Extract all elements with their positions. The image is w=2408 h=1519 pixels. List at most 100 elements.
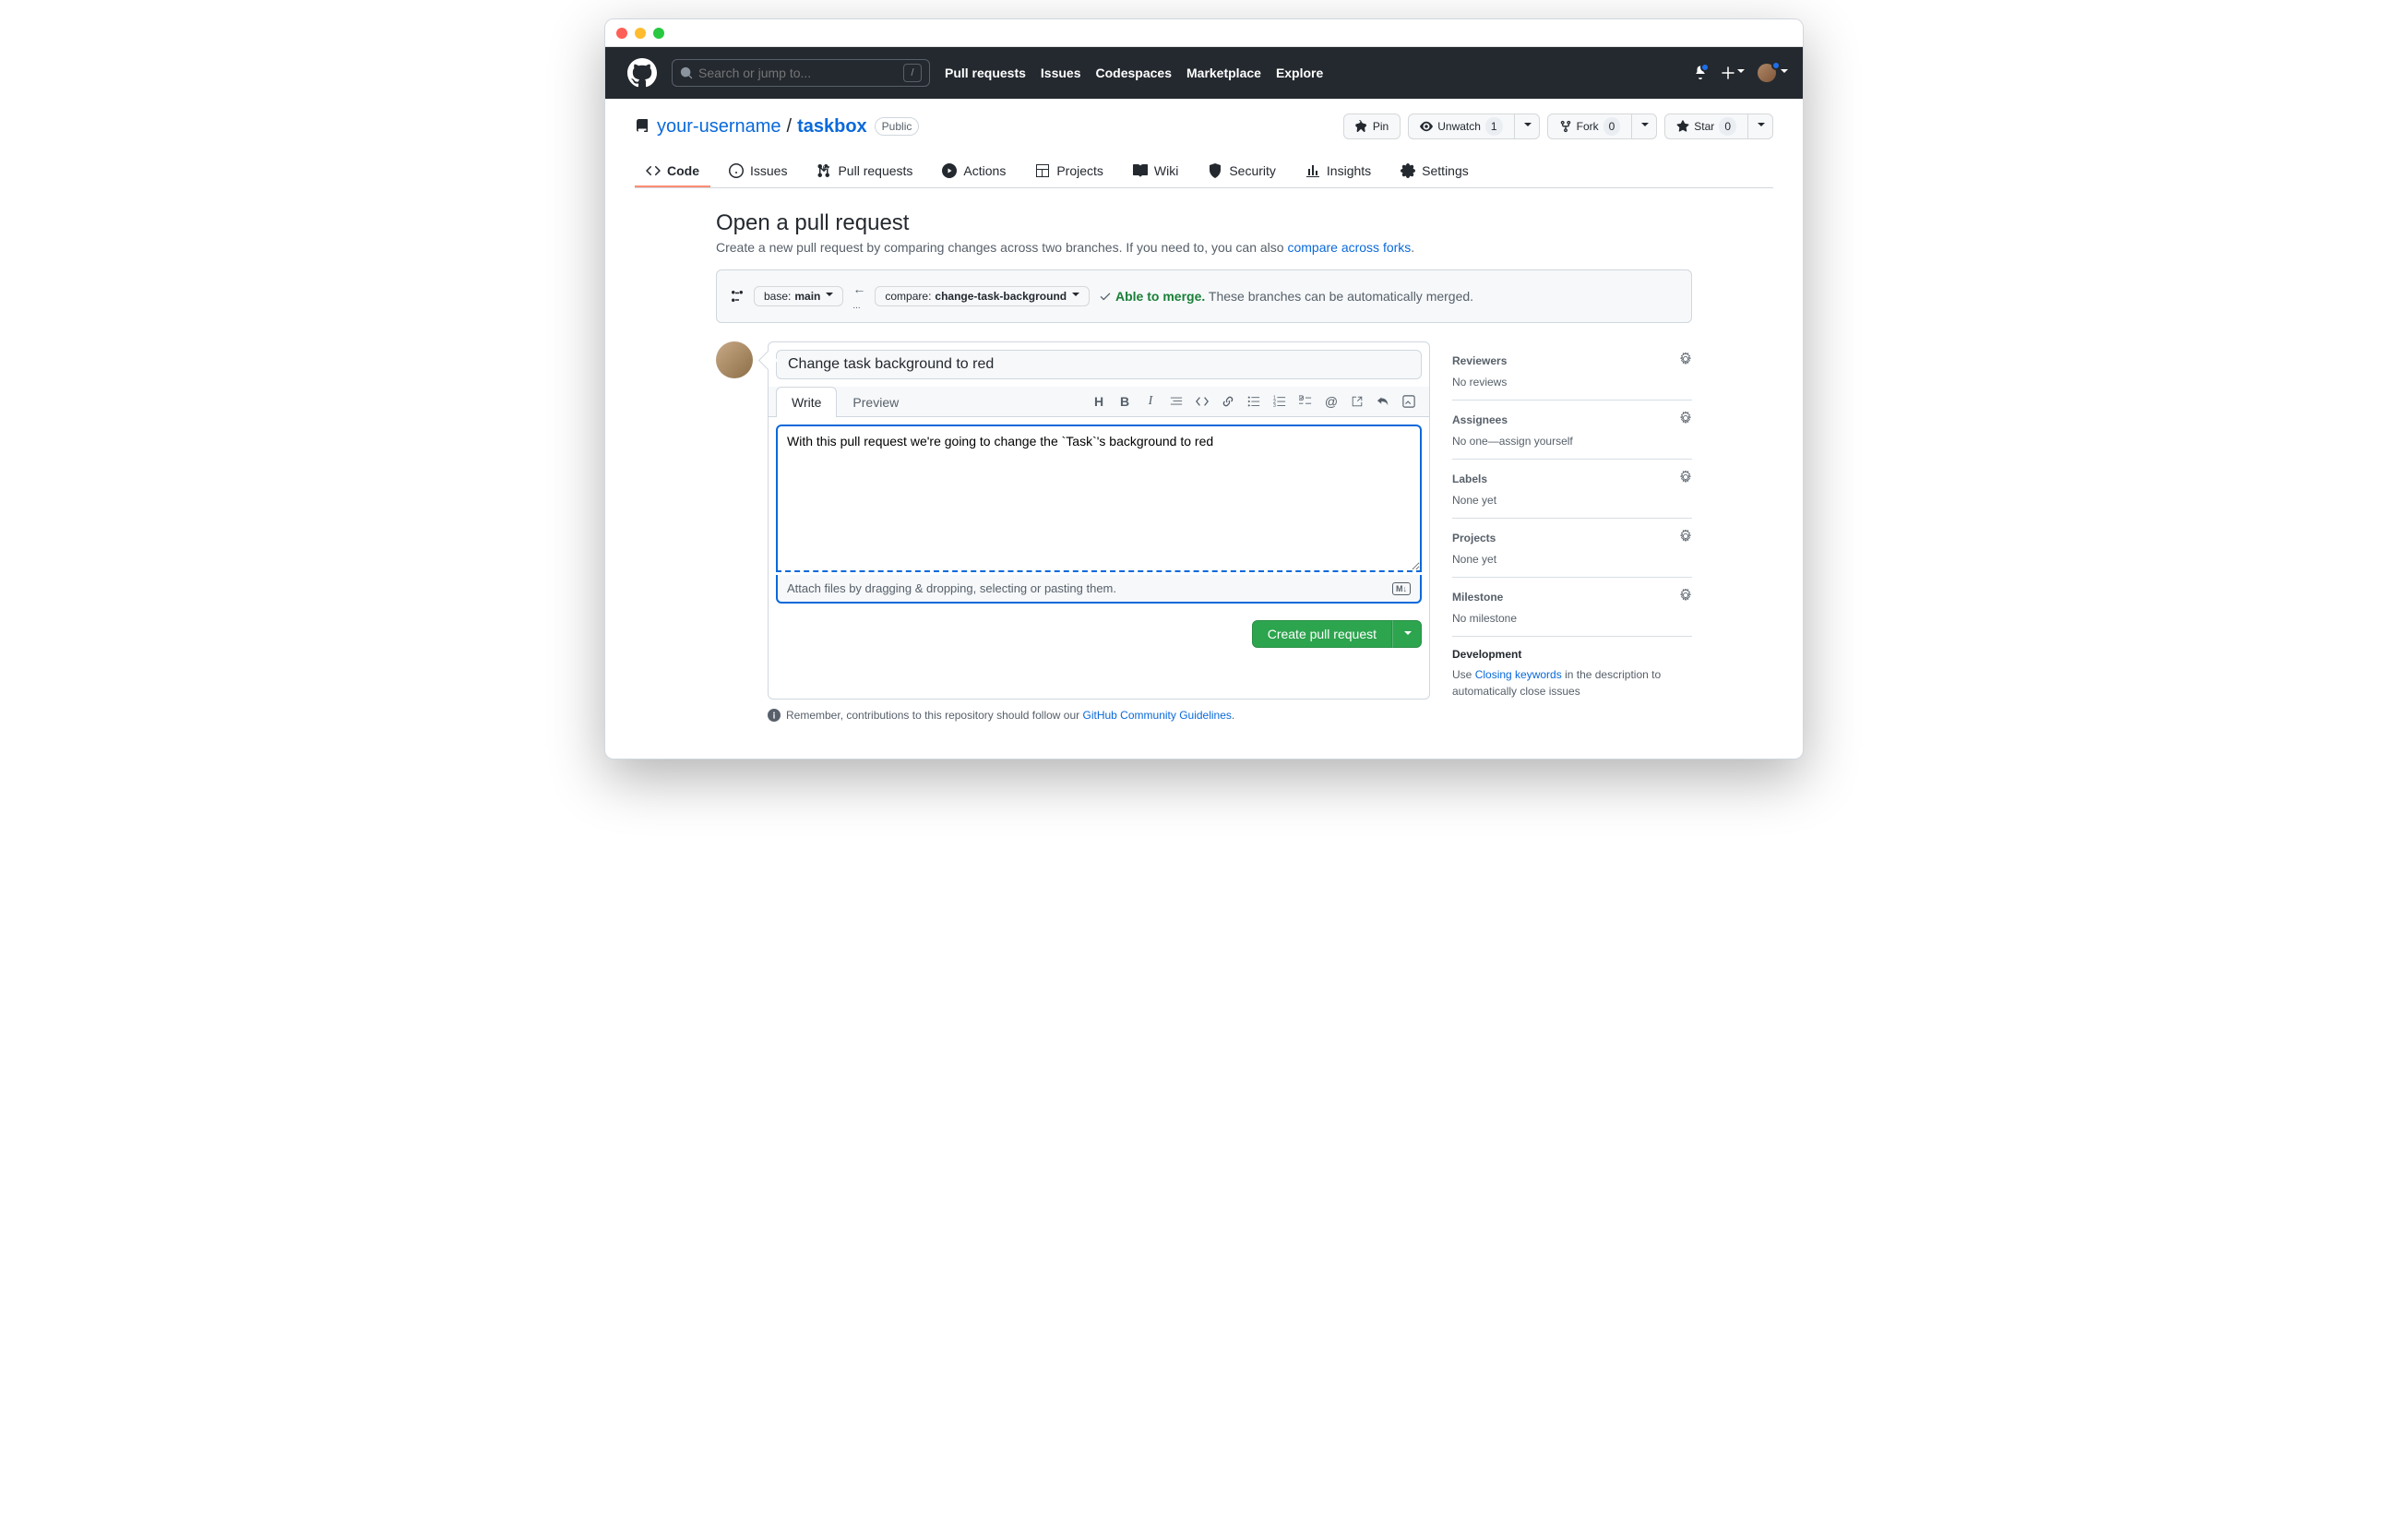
search-input[interactable] [698, 66, 903, 80]
saved-replies-button[interactable] [1401, 394, 1416, 409]
notification-dot-icon [1700, 63, 1710, 72]
reviewers-title: Reviewers [1452, 354, 1507, 367]
projects-title: Projects [1452, 532, 1496, 544]
unordered-list-button[interactable] [1246, 394, 1261, 409]
nav-pull-requests[interactable]: Pull requests [945, 66, 1026, 80]
play-icon [942, 163, 957, 178]
pr-body-textarea[interactable]: With this pull request we're going to ch… [776, 425, 1422, 572]
tab-issues[interactable]: Issues [718, 156, 798, 187]
base-label: base: [764, 290, 791, 303]
link-button[interactable] [1221, 394, 1235, 409]
cross-reference-button[interactable] [1350, 394, 1365, 409]
user-status-dot-icon [1771, 61, 1781, 70]
labels-body: None yet [1452, 494, 1692, 507]
tab-wiki[interactable]: Wiki [1122, 156, 1189, 187]
nav-explore[interactable]: Explore [1276, 66, 1323, 80]
milestone-body: No milestone [1452, 612, 1692, 625]
reply-button[interactable] [1376, 394, 1390, 409]
closing-keywords-link[interactable]: Closing keywords [1475, 668, 1562, 681]
quote-button[interactable] [1169, 394, 1184, 409]
close-window-icon[interactable] [616, 28, 627, 39]
create-pr-dropdown[interactable] [1392, 620, 1422, 648]
compare-forks-link[interactable]: compare across forks [1287, 240, 1411, 255]
star-dropdown[interactable] [1748, 114, 1773, 139]
write-tab[interactable]: Write [776, 387, 837, 417]
milestone-gear-icon[interactable] [1679, 589, 1692, 604]
compare-value: change-task-background [935, 290, 1067, 303]
merge-detail-text: These branches can be automatically merg… [1209, 289, 1473, 304]
tab-label: Code [667, 163, 699, 178]
arrow-left-icon: ←... [852, 281, 865, 311]
heading-button[interactable]: H [1091, 394, 1106, 409]
star-button[interactable]: Star 0 [1664, 114, 1748, 139]
tab-code[interactable]: Code [635, 156, 710, 187]
labels-gear-icon[interactable] [1679, 471, 1692, 486]
subtitle-text: . [1411, 240, 1414, 255]
tab-projects[interactable]: Projects [1024, 156, 1115, 187]
pin-label: Pin [1373, 117, 1389, 136]
repo-icon [635, 119, 650, 134]
fork-count: 0 [1603, 117, 1621, 136]
attach-hint-text: Attach files by dragging & dropping, sel… [787, 581, 1116, 595]
base-branch-select[interactable]: base: main [754, 286, 843, 306]
watch-label: Unwatch [1437, 117, 1481, 136]
projects-gear-icon[interactable] [1679, 530, 1692, 545]
assign-yourself-link[interactable]: assign yourself [1499, 435, 1573, 448]
user-menu-button[interactable] [1758, 64, 1788, 82]
nav-issues[interactable]: Issues [1041, 66, 1081, 80]
reviewers-body: No reviews [1452, 376, 1692, 389]
plus-icon [1721, 66, 1735, 80]
contribution-note: Remember, contributions to this reposito… [716, 709, 1692, 722]
tab-security[interactable]: Security [1197, 156, 1287, 187]
tab-insights[interactable]: Insights [1294, 156, 1382, 187]
ordered-list-button[interactable]: 123 [1272, 394, 1287, 409]
footer-text: Remember, contributions to this reposito… [786, 709, 1083, 722]
preview-tab[interactable]: Preview [837, 387, 914, 417]
info-icon [768, 709, 781, 722]
bold-button[interactable]: B [1117, 394, 1132, 409]
tab-label: Issues [750, 163, 787, 178]
create-new-button[interactable] [1721, 66, 1745, 80]
repo-name-link[interactable]: taskbox [797, 116, 867, 138]
milestone-title: Milestone [1452, 591, 1503, 604]
notifications-button[interactable] [1693, 65, 1708, 82]
pr-title-input[interactable] [776, 350, 1422, 379]
markdown-help-icon[interactable]: M↓ [1392, 582, 1411, 595]
nav-codespaces[interactable]: Codespaces [1096, 66, 1172, 80]
global-search[interactable]: / [672, 59, 930, 87]
global-nav-links: Pull requests Issues Codespaces Marketpl… [945, 66, 1323, 80]
italic-button[interactable]: I [1143, 394, 1158, 409]
nav-marketplace[interactable]: Marketplace [1186, 66, 1261, 80]
create-pr-button[interactable]: Create pull request [1252, 620, 1392, 648]
subtitle-text: Create a new pull request by comparing c… [716, 240, 1287, 255]
reviewers-gear-icon[interactable] [1679, 353, 1692, 368]
star-count: 0 [1719, 117, 1736, 136]
fork-dropdown[interactable] [1632, 114, 1657, 139]
compare-branch-select[interactable]: compare: change-task-background [875, 286, 1090, 306]
page-subtitle: Create a new pull request by comparing c… [716, 240, 1692, 255]
code-button[interactable] [1195, 394, 1210, 409]
attach-hint[interactable]: Attach files by dragging & dropping, sel… [776, 575, 1422, 604]
pin-button[interactable]: Pin [1343, 114, 1401, 139]
mention-button[interactable]: @ [1324, 394, 1339, 409]
watch-dropdown[interactable] [1515, 114, 1540, 139]
browser-window: / Pull requests Issues Codespaces Market… [604, 18, 1804, 760]
markdown-toolbar: H B I 123 @ [1091, 394, 1422, 409]
community-guidelines-link[interactable]: GitHub Community Guidelines [1083, 709, 1232, 722]
main-container: Open a pull request Create a new pull re… [701, 188, 1707, 759]
repo-title: your-username / taskbox [657, 116, 867, 138]
assignees-gear-icon[interactable] [1679, 412, 1692, 427]
github-logo-icon[interactable] [627, 58, 657, 88]
fork-button[interactable]: Fork 0 [1547, 114, 1633, 139]
repo-owner-link[interactable]: your-username [657, 116, 781, 138]
tab-actions[interactable]: Actions [931, 156, 1017, 187]
sidebar: Reviewers No reviews Assignees No one—as… [1452, 341, 1692, 700]
tab-pull-requests[interactable]: Pull requests [805, 156, 924, 187]
minimize-window-icon[interactable] [635, 28, 646, 39]
maximize-window-icon[interactable] [653, 28, 664, 39]
shield-icon [1208, 163, 1222, 178]
tab-settings[interactable]: Settings [1389, 156, 1480, 187]
star-icon [1676, 120, 1689, 133]
watch-button[interactable]: Unwatch 1 [1408, 114, 1514, 139]
task-list-button[interactable] [1298, 394, 1313, 409]
